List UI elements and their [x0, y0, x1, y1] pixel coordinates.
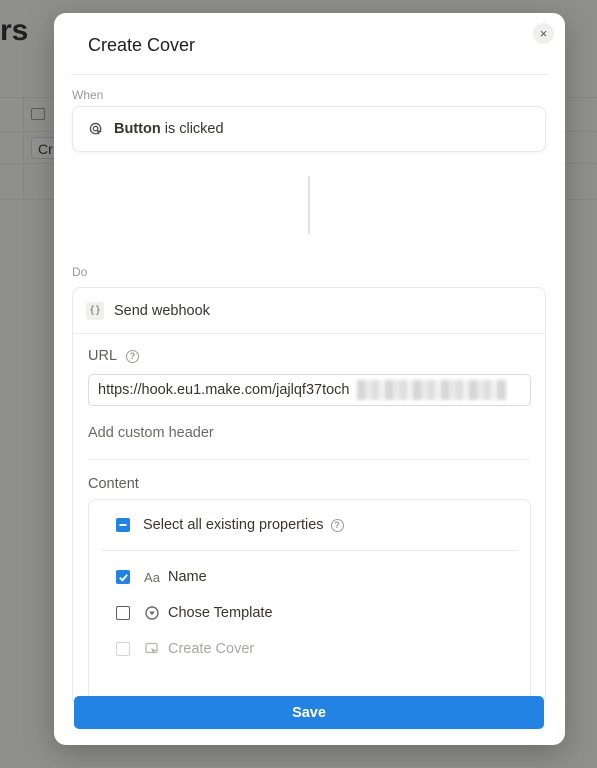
do-section-label: Do — [72, 265, 88, 279]
header-divider — [71, 74, 548, 75]
property-label-chose-template: Chose Template — [168, 605, 273, 621]
trigger-condition: is clicked — [160, 121, 224, 137]
properties-box: Select all existing properties ? Aa Name… — [88, 499, 531, 706]
content-label: Content — [88, 476, 139, 492]
automation-modal: Create Cover × When Button is clicked Do… — [54, 13, 565, 745]
check-icon — [118, 573, 128, 582]
trigger-card[interactable]: Button is clicked — [72, 106, 546, 152]
minus-icon — [119, 524, 127, 526]
close-icon: × — [539, 26, 548, 41]
trigger-property: Button — [114, 121, 161, 137]
content-divider — [88, 459, 530, 460]
action-header[interactable]: {} Send webhook — [73, 288, 545, 334]
flow-connector — [308, 176, 310, 234]
cursor-box-icon — [143, 642, 161, 656]
help-icon[interactable]: ? — [330, 518, 344, 532]
property-checkbox-name[interactable] — [116, 570, 130, 584]
property-row-name[interactable]: Aa Name — [116, 569, 207, 585]
action-title: Send webhook — [114, 302, 210, 319]
url-label: URL — [88, 348, 118, 364]
property-row-chose-template[interactable]: Chose Template — [116, 605, 273, 621]
select-all-label: Select all existing properties — [143, 517, 324, 533]
code-braces-icon: {} — [86, 301, 104, 320]
property-checkbox-chose-template[interactable] — [116, 606, 130, 620]
modal-title: Create Cover — [88, 35, 196, 55]
property-checkbox-create-cover — [116, 642, 130, 656]
action-card: {} Send webhook URL ? https://hook.eu1.m… — [72, 287, 546, 707]
close-button[interactable]: × — [533, 23, 554, 44]
url-label-row: URL ? — [88, 348, 140, 364]
property-label-name: Name — [168, 569, 207, 585]
property-label-create-cover: Create Cover — [168, 641, 255, 657]
select-all-checkbox[interactable] — [116, 518, 130, 532]
when-section-label: When — [72, 88, 104, 102]
add-custom-header-link[interactable]: Add custom header — [88, 425, 214, 441]
cursor-click-icon — [88, 121, 104, 137]
select-all-row[interactable]: Select all existing properties ? — [116, 517, 344, 533]
redacted-url-mask — [357, 380, 507, 400]
save-button[interactable]: Save — [74, 696, 544, 729]
properties-divider — [101, 550, 518, 551]
property-row-create-cover: Create Cover — [116, 641, 254, 657]
trigger-text: Button is clicked — [114, 121, 224, 137]
url-input-value: https://hook.eu1.make.com/jajlqf37toch — [98, 382, 350, 398]
help-icon[interactable]: ? — [126, 349, 140, 363]
chevron-circle-icon — [143, 606, 161, 620]
url-input[interactable]: https://hook.eu1.make.com/jajlqf37toch — [88, 374, 531, 406]
text-type-icon: Aa — [144, 569, 160, 585]
